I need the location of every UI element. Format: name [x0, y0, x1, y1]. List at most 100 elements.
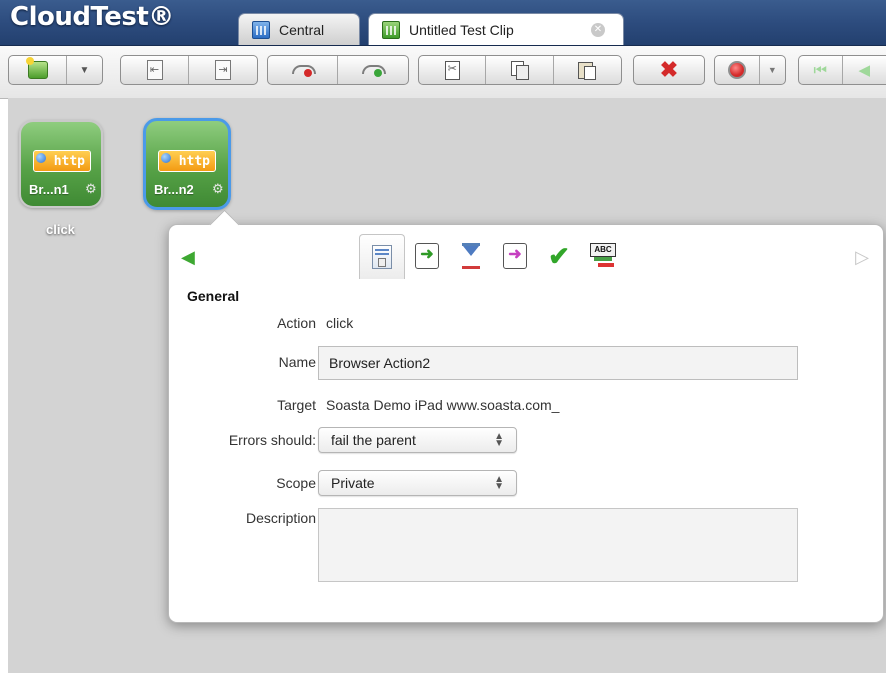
- chevron-down-icon: ▼: [767, 65, 777, 75]
- scope-select[interactable]: Private ▲ ▼: [318, 470, 517, 496]
- abc-text: ABC: [590, 243, 616, 257]
- previous-panel-arrow-icon[interactable]: ◀: [181, 247, 195, 268]
- errors-row: Errors should: fail the parent ▲ ▼: [169, 427, 883, 457]
- record-icon: [727, 61, 746, 79]
- pickup-button[interactable]: [338, 56, 408, 84]
- text-validation-icon: ABC: [590, 243, 616, 269]
- record-dropdown-button[interactable]: ▼: [760, 56, 785, 84]
- errors-select-value: fail the parent: [331, 432, 416, 448]
- next-panel-arrow-icon[interactable]: ▷: [855, 247, 869, 268]
- errors-select[interactable]: fail the parent ▲ ▼: [318, 427, 517, 453]
- delete-button[interactable]: ✖: [634, 56, 704, 84]
- section-header-general: General: [187, 288, 240, 304]
- errors-label: Errors should:: [228, 432, 316, 448]
- tab-wait[interactable]: [449, 234, 493, 278]
- cut-icon: ✂: [444, 60, 460, 80]
- scope-row: Scope Private ▲ ▼: [169, 470, 883, 500]
- tab-label: Central: [279, 21, 325, 38]
- phone-pickup-icon: [362, 63, 386, 77]
- popover-pointer: [209, 209, 240, 240]
- move-out-icon: ⇥: [215, 60, 231, 80]
- tab-label: Untitled Test Clip: [409, 21, 514, 38]
- http-badge-text: http: [53, 154, 85, 169]
- input-icon: ➜: [415, 243, 439, 269]
- toolbar: ▼ ⇤ ⇥ ✂ ✖ ▼ ⏮ ◀: [0, 46, 886, 99]
- previous-icon: ◀: [858, 62, 871, 79]
- new-item-group: ▼: [8, 55, 103, 85]
- clip-canvas[interactable]: http Br...n1 ⚙ click http Br...n2 ⚙ ◀ ▷ …: [8, 98, 886, 673]
- new-item-icon: [25, 57, 48, 79]
- node-label: Br...n1: [29, 182, 69, 197]
- name-row: Name Browser Action2: [169, 346, 883, 380]
- globe-icon: [36, 153, 46, 163]
- hourglass-icon: [462, 243, 480, 269]
- action-label: Action: [277, 315, 316, 331]
- property-tabs: ➜ ➜ ✔ ABC: [359, 233, 625, 279]
- target-label: Target: [277, 397, 316, 413]
- cut-button[interactable]: ✂: [419, 56, 487, 84]
- previous-button[interactable]: ◀: [843, 56, 886, 84]
- description-label: Description: [245, 510, 316, 526]
- delete-group: ✖: [633, 55, 705, 85]
- paste-button[interactable]: [554, 56, 621, 84]
- grid-icon: [252, 20, 270, 39]
- copy-icon: [510, 61, 529, 80]
- delete-icon: ✖: [659, 57, 679, 82]
- node-caption: click: [46, 222, 75, 237]
- green-bar: [594, 257, 612, 261]
- title-bar: CloudTest® Central Untitled Test Clip ✕: [0, 0, 886, 46]
- output-icon: ➜: [503, 243, 527, 269]
- red-bar: [598, 263, 614, 267]
- tab-input[interactable]: ➜: [405, 234, 449, 278]
- paste-icon: [578, 61, 597, 80]
- app-title: CloudTest®: [10, 2, 174, 32]
- move-in-icon: ⇤: [146, 60, 163, 80]
- name-field[interactable]: Browser Action2: [318, 346, 798, 380]
- tab-central[interactable]: Central: [238, 13, 360, 45]
- scope-label: Scope: [276, 475, 316, 491]
- browser-action-node-2[interactable]: http Br...n2 ⚙: [143, 118, 231, 210]
- new-item-button[interactable]: [9, 56, 67, 84]
- tab-text-validation[interactable]: ABC: [581, 234, 625, 278]
- first-icon: ⏮: [813, 61, 827, 79]
- record-group: ▼: [714, 55, 786, 85]
- copy-button[interactable]: [486, 56, 554, 84]
- tab-validation[interactable]: ✔: [537, 234, 581, 278]
- playback-group: ⏮ ◀: [798, 55, 886, 85]
- select-arrows-icon: ▲ ▼: [494, 474, 504, 492]
- phone-hangup-icon: [291, 63, 316, 77]
- action-row: Action click: [169, 309, 883, 339]
- move-in-button[interactable]: ⇤: [121, 56, 189, 84]
- close-tab-icon[interactable]: ✕: [591, 23, 605, 37]
- checkmark-icon: ✔: [548, 240, 570, 271]
- gear-icon[interactable]: ⚙: [85, 181, 97, 197]
- clipboard-group: ✂: [418, 55, 622, 85]
- target-value: Soasta Demo iPad www.soasta.com_: [326, 397, 560, 413]
- phone-group: [267, 55, 409, 85]
- properties-icon: [372, 244, 392, 269]
- browser-action-node-1[interactable]: http Br...n1 ⚙: [19, 120, 103, 208]
- description-row: Description: [169, 508, 883, 584]
- gear-icon[interactable]: ⚙: [212, 181, 224, 197]
- properties-popover: ◀ ▷ ➜ ➜ ✔ ABC General Action click Name …: [168, 209, 884, 623]
- action-value: click: [326, 315, 354, 331]
- move-out-button[interactable]: ⇥: [189, 56, 257, 84]
- name-label: Name: [278, 354, 316, 370]
- scope-select-value: Private: [331, 475, 375, 491]
- clip-icon: [382, 20, 400, 39]
- move-group: ⇤ ⇥: [120, 55, 258, 85]
- target-row: Target Soasta Demo iPad www.soasta.com_: [169, 391, 883, 421]
- http-badge-text: http: [178, 154, 210, 169]
- tab-output[interactable]: ➜: [493, 234, 537, 278]
- http-badge: http: [33, 150, 91, 172]
- node-label: Br...n2: [154, 182, 194, 197]
- first-button[interactable]: ⏮: [799, 56, 843, 84]
- tab-general-properties[interactable]: [359, 233, 405, 279]
- hangup-button[interactable]: [268, 56, 338, 84]
- description-field[interactable]: [318, 508, 798, 582]
- new-item-dropdown-button[interactable]: ▼: [67, 56, 102, 84]
- http-badge: http: [158, 150, 216, 172]
- tab-untitled-test-clip[interactable]: Untitled Test Clip ✕: [368, 13, 624, 45]
- record-button[interactable]: [715, 56, 760, 84]
- chevron-down-icon: ▼: [79, 64, 90, 76]
